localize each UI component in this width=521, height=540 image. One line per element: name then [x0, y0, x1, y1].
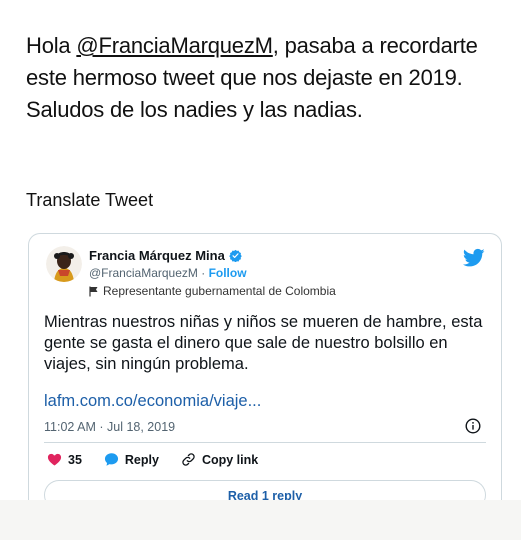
reply-label: Reply: [124, 452, 159, 467]
follow-button[interactable]: Follow: [209, 266, 247, 280]
twitter-bird-icon[interactable]: [463, 248, 485, 268]
info-icon[interactable]: [465, 418, 481, 434]
tweet-text: Hola @FranciaMarquezM, pasaba a recordar…: [26, 30, 506, 126]
article-link[interactable]: lafm.com.co/economia/viaje...: [44, 392, 261, 411]
tweet-timestamp[interactable]: 11:02 AM · Jul 18, 2019: [44, 420, 175, 434]
author-name[interactable]: Francia Márquez Mina: [89, 248, 225, 263]
like-count: 35: [68, 452, 82, 467]
reply-bubble-icon: [104, 453, 118, 466]
divider: [44, 442, 486, 443]
reply-button[interactable]: Reply: [104, 452, 159, 467]
verified-icon: [229, 249, 242, 262]
copy-link-icon: [182, 453, 195, 466]
heart-icon: [47, 453, 62, 466]
author-row[interactable]: Francia Márquez Mina: [89, 248, 242, 263]
copy-link-button[interactable]: Copy link: [181, 452, 258, 467]
author-handle[interactable]: @FranciaMarquezM: [89, 266, 198, 280]
avatar-image: [46, 246, 82, 282]
embedded-tweet-body: Mientras nuestros niñas y niños se muere…: [44, 313, 483, 373]
translate-tweet-link[interactable]: Translate Tweet: [26, 190, 153, 211]
government-account-label: Representante gubernamental de Colombia: [89, 284, 336, 298]
like-button[interactable]: 35: [47, 452, 82, 467]
account-label-text: Representante gubernamental de Colombia: [103, 284, 336, 298]
avatar[interactable]: [46, 246, 82, 282]
separator-dot: ·: [197, 266, 209, 280]
bottom-band: [0, 500, 521, 540]
copy-link-label: Copy link: [201, 452, 259, 467]
handle-row: @FranciaMarquezM · Follow: [89, 266, 247, 280]
tweet-text-before: Hola: [26, 33, 77, 58]
mention-link[interactable]: @FranciaMarquezM: [76, 33, 273, 58]
embedded-tweet-card[interactable]: Francia Márquez Mina @FranciaMarquezM · …: [28, 233, 502, 523]
flag-icon: [89, 286, 98, 296]
tweet-actions: 35 Reply Copy link: [47, 452, 280, 467]
